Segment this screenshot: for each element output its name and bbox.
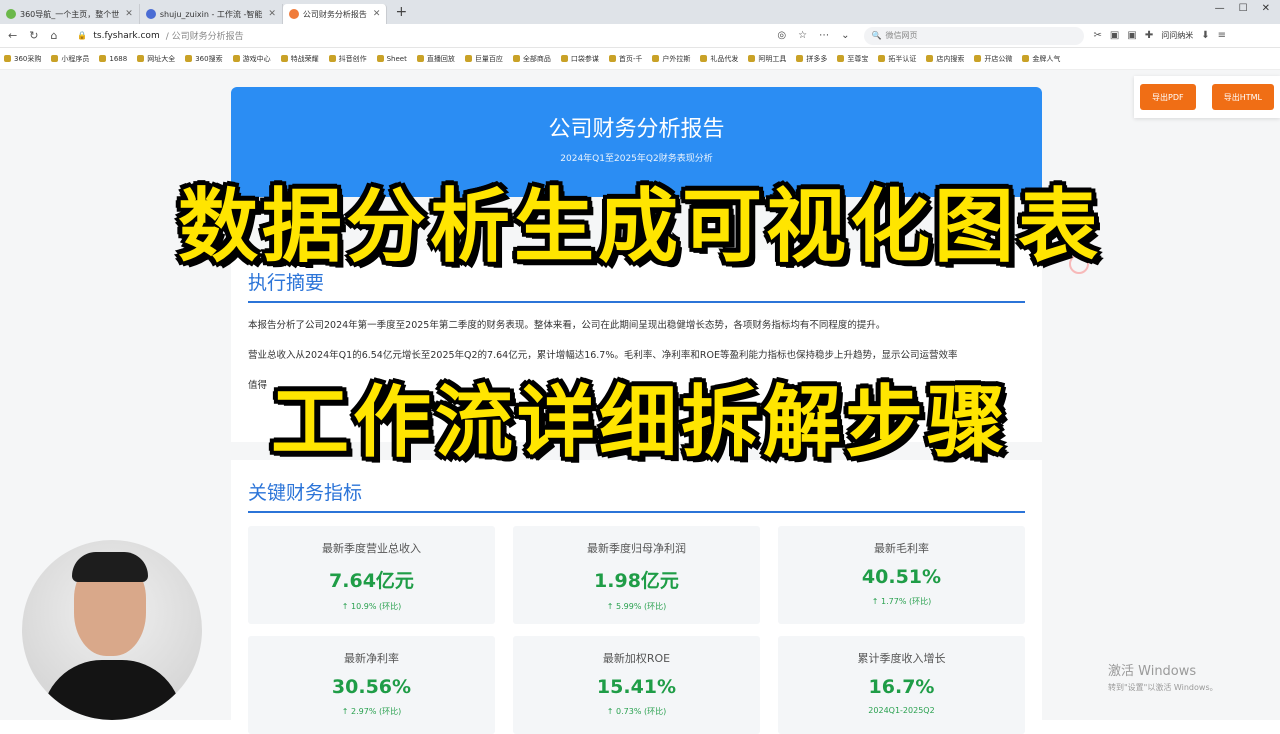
bookmark-item[interactable]: 拓半认证 — [878, 54, 916, 64]
tab-workflow[interactable]: shuju_zuixin - 工作流 -智能 ✕ — [140, 4, 283, 24]
close-icon[interactable]: ✕ — [125, 9, 133, 19]
extension-icon[interactable]: ▣ — [1127, 30, 1136, 41]
bookmark-item[interactable]: 阿明工具 — [748, 54, 786, 64]
browser-tab-strip: 360导航_一个主页，整个世 ✕ shuju_zuixin - 工作流 -智能 ✕ … — [0, 0, 1280, 24]
overlay-caption: 工作流详细拆解步骤 — [270, 378, 1009, 468]
site-favicon-icon — [288, 9, 299, 19]
section-heading: 关键财务指标 — [248, 478, 1025, 513]
close-icon[interactable]: ✕ — [373, 9, 381, 19]
bookmark-item[interactable]: 至尊宝 — [837, 54, 868, 64]
kpi-label: 最新净利率 — [344, 652, 399, 665]
bookmark-item[interactable]: 360采购 — [4, 54, 41, 64]
url-path: / 公司财务分析报告 — [165, 32, 244, 42]
bookmark-item[interactable]: 礼品代发 — [700, 54, 738, 64]
bookmark-item[interactable]: 拼多多 — [796, 54, 827, 64]
star-icon[interactable]: ☆ — [798, 30, 807, 41]
puzzle-icon[interactable]: ✚ — [1145, 30, 1153, 41]
tab-report[interactable]: 公司财务分析报告 ✕ — [282, 4, 388, 24]
address-bar: ← ↻ ⌂ 🔒 ts.fyshark.com / 公司财务分析报告 ◎ ☆ ⋯ … — [0, 24, 1280, 48]
webcam-presenter — [22, 540, 202, 720]
profile-label[interactable]: 问问纳米 — [1161, 30, 1193, 41]
bookmark-item[interactable]: 开店公微 — [974, 54, 1012, 64]
export-panel: 导出PDF 导出HTML — [1134, 76, 1280, 118]
home-icon[interactable]: ⌂ — [50, 29, 57, 42]
bookmark-item[interactable]: 金牌人气 — [1022, 54, 1060, 64]
kpi-value: 40.51% — [861, 566, 942, 588]
kpi-value: 15.41% — [596, 676, 677, 698]
bookmarks-bar: 360采购 小程序员 1688 网址大全 360搜索 游戏中心 特战荣耀 抖音创作 Sheet 直… — [0, 48, 1280, 70]
minimize-icon[interactable]: — — [1215, 3, 1225, 14]
kpi-change: 2024Q1-2025Q2 — [868, 706, 935, 715]
kpi-label: 最新加权ROE — [602, 652, 671, 665]
bookmark-item[interactable]: 网址大全 — [137, 54, 175, 64]
back-icon[interactable]: ← — [8, 29, 17, 42]
more-icon[interactable]: ⋯ — [819, 30, 829, 41]
kpi-label: 累计季度收入增长 — [857, 652, 946, 665]
overlay-caption: 数据分析生成可视化图表 — [178, 180, 1102, 273]
kpi-label: 最新毛利率 — [874, 542, 929, 555]
chevron-down-icon[interactable]: ⌄ — [841, 30, 849, 41]
presenter-body — [42, 660, 182, 720]
bookmark-item[interactable]: 抖音创作 — [329, 54, 367, 64]
export-html-button[interactable]: 导出HTML — [1211, 84, 1274, 110]
kpi-change: ↑ 1.77% (环比) — [871, 597, 932, 606]
reload-icon[interactable]: ↻ — [29, 29, 38, 42]
kpi-change: ↑ 5.99% (环比) — [606, 602, 667, 611]
kpi-label: 最新季度归母净利润 — [587, 542, 686, 555]
kpi-value: 16.7% — [868, 676, 935, 698]
kpi-card: 最新季度营业总收入 7.64亿元 ↑ 10.9% (环比) — [248, 526, 495, 624]
bookmark-item[interactable]: 直播回放 — [417, 54, 455, 64]
bookmark-item[interactable]: 游戏中心 — [233, 54, 271, 64]
page-title: 公司财务分析报告 — [548, 117, 725, 142]
bookmark-item[interactable]: 全部商品 — [513, 54, 551, 64]
export-pdf-button[interactable]: 导出PDF — [1140, 84, 1196, 110]
summary-paragraph: 本报告分析了公司2024年第一季度至2025年第二季度的财务表现。整体来看，公司… — [248, 320, 886, 331]
kpi-value: 1.98亿元 — [594, 570, 679, 592]
bookmark-item[interactable]: 特战荣耀 — [281, 54, 319, 64]
bookmark-item[interactable]: 户外拉斯 — [652, 54, 690, 64]
kpi-section: 关键财务指标 最新季度营业总收入 7.64亿元 ↑ 10.9% (环比) 最新季度归母… — [231, 460, 1042, 734]
search-icon: 🔍 — [871, 31, 882, 40]
presenter-hair — [72, 552, 148, 582]
search-input[interactable]: 🔍 微信网页 — [863, 26, 1084, 45]
site-favicon-icon — [145, 9, 156, 19]
extension-icon[interactable]: ▣ — [1110, 30, 1119, 41]
download-icon[interactable]: ⬇ — [1201, 30, 1209, 41]
bookmark-item[interactable]: 首页-千 — [609, 54, 643, 64]
kpi-card: 最新季度归母净利润 1.98亿元 ↑ 5.99% (环比) — [513, 526, 760, 624]
close-icon[interactable]: ✕ — [268, 9, 276, 19]
kpi-change: ↑ 10.9% (环比) — [341, 602, 402, 611]
bookmark-item[interactable]: 口袋参谋 — [561, 54, 599, 64]
tab-360[interactable]: 360导航_一个主页，整个世 ✕ — [0, 4, 140, 24]
bookmark-item[interactable]: 巨量百应 — [465, 54, 503, 64]
location-icon[interactable]: ◎ — [777, 30, 786, 41]
menu-icon[interactable]: ≡ — [1218, 30, 1226, 41]
site-favicon-icon — [6, 9, 16, 19]
url-host: ts.fyshark.com — [93, 30, 160, 41]
kpi-grid: 最新季度营业总收入 7.64亿元 ↑ 10.9% (环比) 最新季度归母净利润 1.98… — [248, 526, 1025, 734]
bookmark-item[interactable]: 店内搜索 — [926, 54, 964, 64]
url-field[interactable]: 🔒 ts.fyshark.com / 公司财务分析报告 — [77, 27, 767, 45]
kpi-card: 最新加权ROE 15.41% ↑ 0.73% (环比) — [513, 636, 760, 734]
kpi-change: ↑ 2.97% (环比) — [341, 707, 402, 716]
kpi-card: 最新净利率 30.56% ↑ 2.97% (环比) — [248, 636, 495, 734]
bookmark-item[interactable]: 360搜索 — [185, 54, 222, 64]
windows-activation-watermark: 激活 Windows 转到"设置"以激活 Windows。 — [1108, 664, 1218, 692]
kpi-card: 累计季度收入增长 16.7% 2024Q1-2025Q2 — [778, 636, 1025, 734]
kpi-value: 30.56% — [331, 676, 412, 698]
window-controls: — ☐ ✕ — [1215, 3, 1270, 14]
kpi-change: ↑ 0.73% (环比) — [606, 707, 667, 716]
new-tab-button[interactable]: + — [395, 4, 407, 20]
kpi-label: 最新季度营业总收入 — [322, 542, 421, 555]
lock-icon: 🔒 — [77, 31, 88, 40]
bookmark-item[interactable]: Sheet — [377, 55, 407, 63]
scissors-icon[interactable]: ✂ — [1094, 30, 1102, 41]
kpi-value: 7.64亿元 — [329, 570, 414, 592]
bookmark-item[interactable]: 1688 — [99, 55, 127, 63]
maximize-icon[interactable]: ☐ — [1239, 3, 1248, 14]
bookmark-item[interactable]: 小程序员 — [51, 54, 89, 64]
kpi-card: 最新毛利率 40.51% ↑ 1.77% (环比) — [778, 526, 1025, 624]
close-window-icon[interactable]: ✕ — [1262, 3, 1270, 14]
